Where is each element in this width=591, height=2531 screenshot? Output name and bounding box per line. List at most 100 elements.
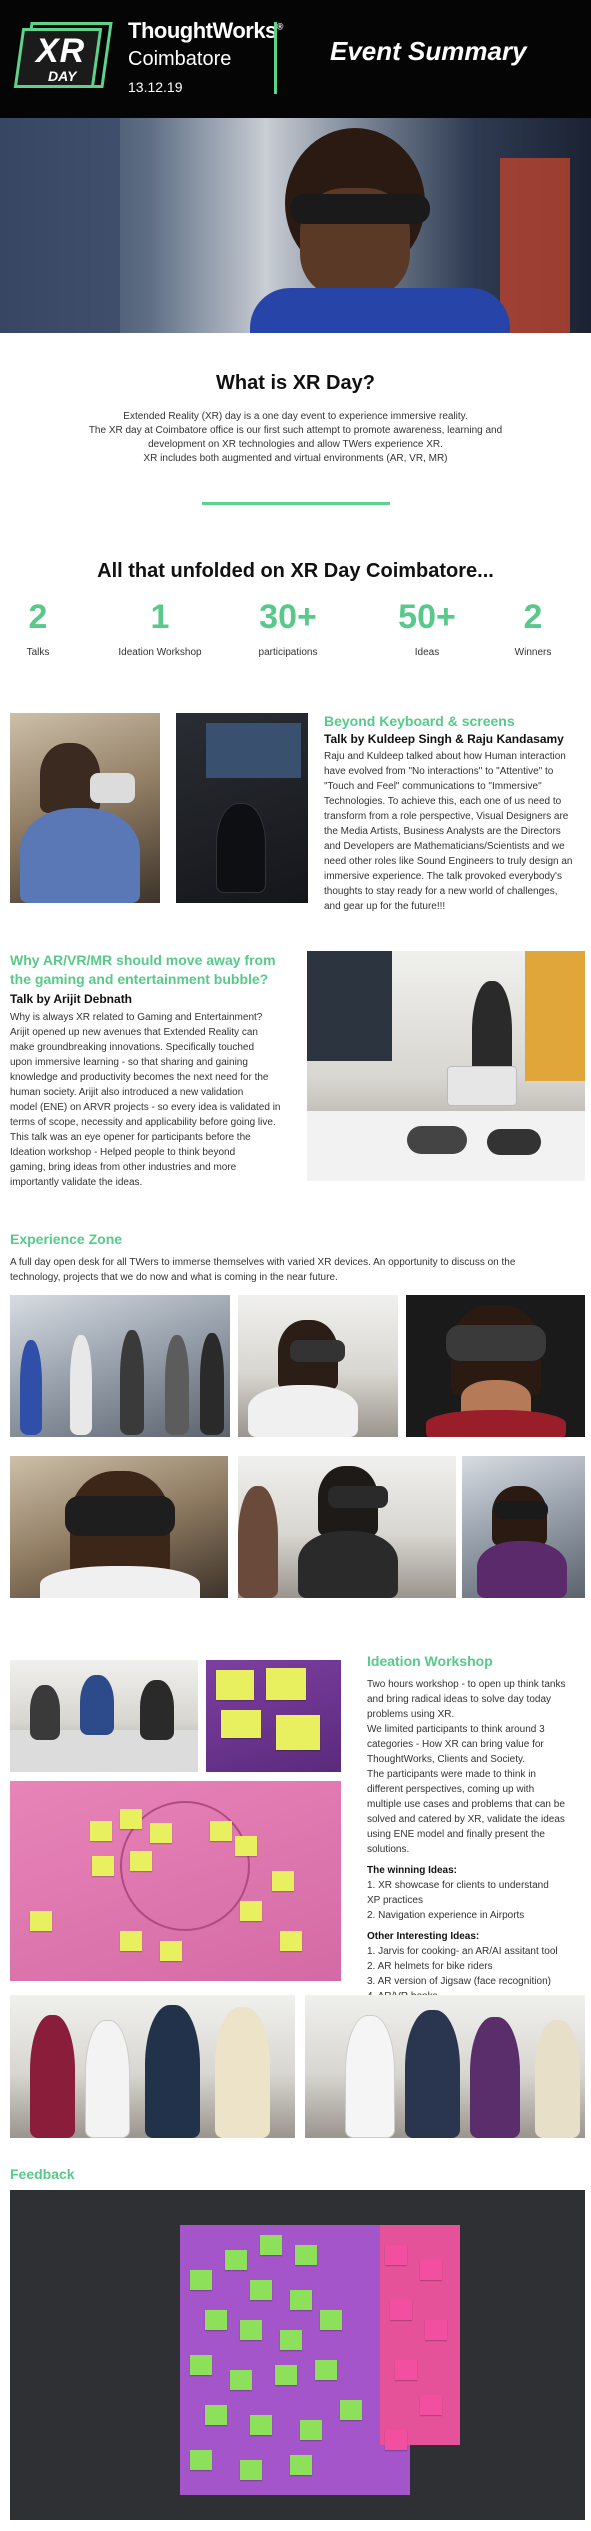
text-line: and gear up for the future!!! <box>324 901 446 912</box>
ideation-board-photo <box>10 1781 341 1981</box>
winning-idea: 1. XR showcase for clients to understand <box>367 1880 549 1891</box>
header-divider <box>274 22 277 94</box>
intro-line: The XR day at Coimbatore office is our f… <box>88 425 503 436</box>
talk2-speaker-photo <box>307 951 585 1181</box>
stat-value: 50+ <box>398 598 456 636</box>
brand-block: ThoughtWorks® Coimbatore 13.12.19 <box>128 18 283 95</box>
ideation-title: Ideation Workshop <box>367 1653 493 1669</box>
winning-idea: XP practices <box>367 1895 423 1906</box>
talk1-presentation-photo <box>176 713 308 903</box>
stat-value: 2 <box>523 598 543 636</box>
stat-label: Talks <box>26 647 50 658</box>
feedback-board-photo <box>10 2190 585 2520</box>
other-idea: 2. AR helmets for bike riders <box>367 1961 493 1972</box>
text-line: solutions. <box>367 1844 410 1855</box>
stat-winners: 2 Winners <box>508 598 558 658</box>
title-line: the gaming and entertainment bubble? <box>10 971 269 987</box>
text-line: categories - How XR can bring value for <box>367 1739 544 1750</box>
text-line: knowledge and productivity becomes the n… <box>10 1072 269 1083</box>
experience-title: Experience Zone <box>10 1231 123 1247</box>
text-line: The participants were made to think in <box>367 1769 536 1780</box>
intro-line: XR includes both augmented and virtual e… <box>143 453 448 464</box>
text-line: and bring radical ideas to solve day tod… <box>367 1694 552 1705</box>
text-line: Why is always XR related to Gaming and E… <box>10 1012 263 1023</box>
talk1-title: Beyond Keyboard & screens <box>324 713 515 729</box>
text-line: the Media Artists, Business Analysts are… <box>324 826 561 837</box>
ideation-description: Two hours workshop - to open up think ta… <box>367 1677 585 2004</box>
stat-value: 1 <box>150 598 170 636</box>
talk1-speaker: Talk by Kuldeep Singh & Raju Kandasamy <box>324 732 564 746</box>
brand-name: ThoughtWorks <box>128 18 277 43</box>
stat-participations: 30+ participations <box>248 598 328 658</box>
title-line: Why AR/VR/MR should move away from <box>10 952 276 968</box>
stat-value: 2 <box>28 598 48 636</box>
stat-ideation: 1 Ideation Workshop <box>108 598 212 658</box>
experience-vr-photo-5 <box>462 1456 585 1598</box>
stat-label: Ideas <box>414 647 440 658</box>
talk2-speaker: Talk by Arijit Debnath <box>10 992 133 1006</box>
feedback-title: Feedback <box>10 2166 75 2182</box>
text-line: Two hours workshop - to open up think ta… <box>367 1679 566 1690</box>
text-line: Raju and Kuldeep talked about how Human … <box>324 751 566 762</box>
text-line: We limited participants to think around … <box>367 1724 545 1735</box>
experience-vr-photo-1 <box>238 1295 398 1437</box>
stat-label: participations <box>258 647 318 658</box>
text-line: solved and catered by XR, validate the i… <box>367 1814 565 1825</box>
logo-xr-text: XR <box>36 32 86 70</box>
header-banner: XR DAY ThoughtWorks® Coimbatore 13.12.19… <box>0 0 591 118</box>
ideation-table-photo <box>10 1660 198 1772</box>
text-line: human society. Arijit also introduced a … <box>10 1087 244 1098</box>
text-line: Ideation workshop - Helped people to thi… <box>10 1147 236 1158</box>
logo-day-text: DAY <box>48 68 77 84</box>
text-line: upon immersive learning - so that sharin… <box>10 1057 248 1068</box>
text-line: problems using XR. <box>367 1709 455 1720</box>
text-line: gaming, bring ideas from other industrie… <box>10 1162 237 1173</box>
intro-text: Extended Reality (XR) day is a one day e… <box>0 410 591 466</box>
text-line: "Touch and Feel" communications to "Imme… <box>324 781 542 792</box>
other-idea: 3. AR version of Jigsaw (face recognitio… <box>367 1976 551 1987</box>
text-line: technology, projects that we do now and … <box>10 1272 338 1283</box>
winning-idea: 2. Navigation experience in Airports <box>367 1910 525 1921</box>
talk1-description: Raju and Kuldeep talked about how Human … <box>324 749 586 914</box>
experience-description: A full day open desk for all TWers to im… <box>10 1255 585 1285</box>
other-ideas-heading: Other Interesting Ideas: <box>367 1931 480 1942</box>
talk2-description: Why is always XR related to Gaming and E… <box>10 1010 300 1190</box>
text-line: different perspectives, coming up with <box>367 1784 535 1795</box>
experience-vr-photo-3 <box>10 1456 228 1598</box>
text-line: using ENE model and finally present the <box>367 1829 545 1840</box>
other-idea: 1. Jarvis for cooking- an AR/AI assitant… <box>367 1946 558 1957</box>
winners-photo-2 <box>305 1995 585 2138</box>
talk1-speaker-photo <box>10 713 160 903</box>
talk2-title: Why AR/VR/MR should move away from the g… <box>10 951 276 989</box>
event-date: 13.12.19 <box>128 79 183 95</box>
winners-photo-1 <box>10 1995 295 2138</box>
text-line: need other roles like Sound Engineers to… <box>324 856 573 867</box>
experience-vr-photo-4 <box>238 1456 456 1598</box>
stat-ideas: 50+ Ideas <box>392 598 462 658</box>
text-line: have evolved from "No interactions" to "… <box>324 766 554 777</box>
text-line: transform from a role perspective, Visua… <box>324 811 569 822</box>
brand-mark: ® <box>276 21 284 32</box>
winning-ideas-heading: The winning Ideas: <box>367 1865 458 1876</box>
text-line: model (ENE) on ARVR projects - so every … <box>10 1102 281 1113</box>
stat-label: Ideation Workshop <box>118 647 202 658</box>
text-line: and Developers are Mathematicians/Scient… <box>324 841 565 852</box>
text-line: Arijit opened up new avenues that Extend… <box>10 1027 258 1038</box>
text-line: importantly validate the ideas. <box>10 1177 143 1188</box>
office-city: Coimbatore <box>128 48 232 70</box>
stat-value: 30+ <box>259 598 317 636</box>
text-line: immersive experience. The talk provoked … <box>324 871 562 882</box>
stat-talks: 2 Talks <box>18 598 58 658</box>
text-line: This talk was an eye opener for particip… <box>10 1132 251 1143</box>
intro-line: development on XR technologies and allow… <box>148 439 443 450</box>
section-divider <box>202 502 390 505</box>
experience-vr-photo-2 <box>406 1295 585 1437</box>
ideation-notes-photo <box>206 1660 341 1772</box>
text-line: multiple use cases and problems that can… <box>367 1799 565 1810</box>
hero-photo-vr-headset <box>0 118 591 333</box>
text-line: A full day open desk for all TWers to im… <box>10 1257 516 1268</box>
event-summary-page: XR DAY ThoughtWorks® Coimbatore 13.12.19… <box>0 0 591 2531</box>
intro-line: Extended Reality (XR) day is a one day e… <box>123 411 468 422</box>
text-line: make groundbreaking innovations. Specifi… <box>10 1042 255 1053</box>
text-line: ThoughtWorks, Clients and Society. <box>367 1754 526 1765</box>
